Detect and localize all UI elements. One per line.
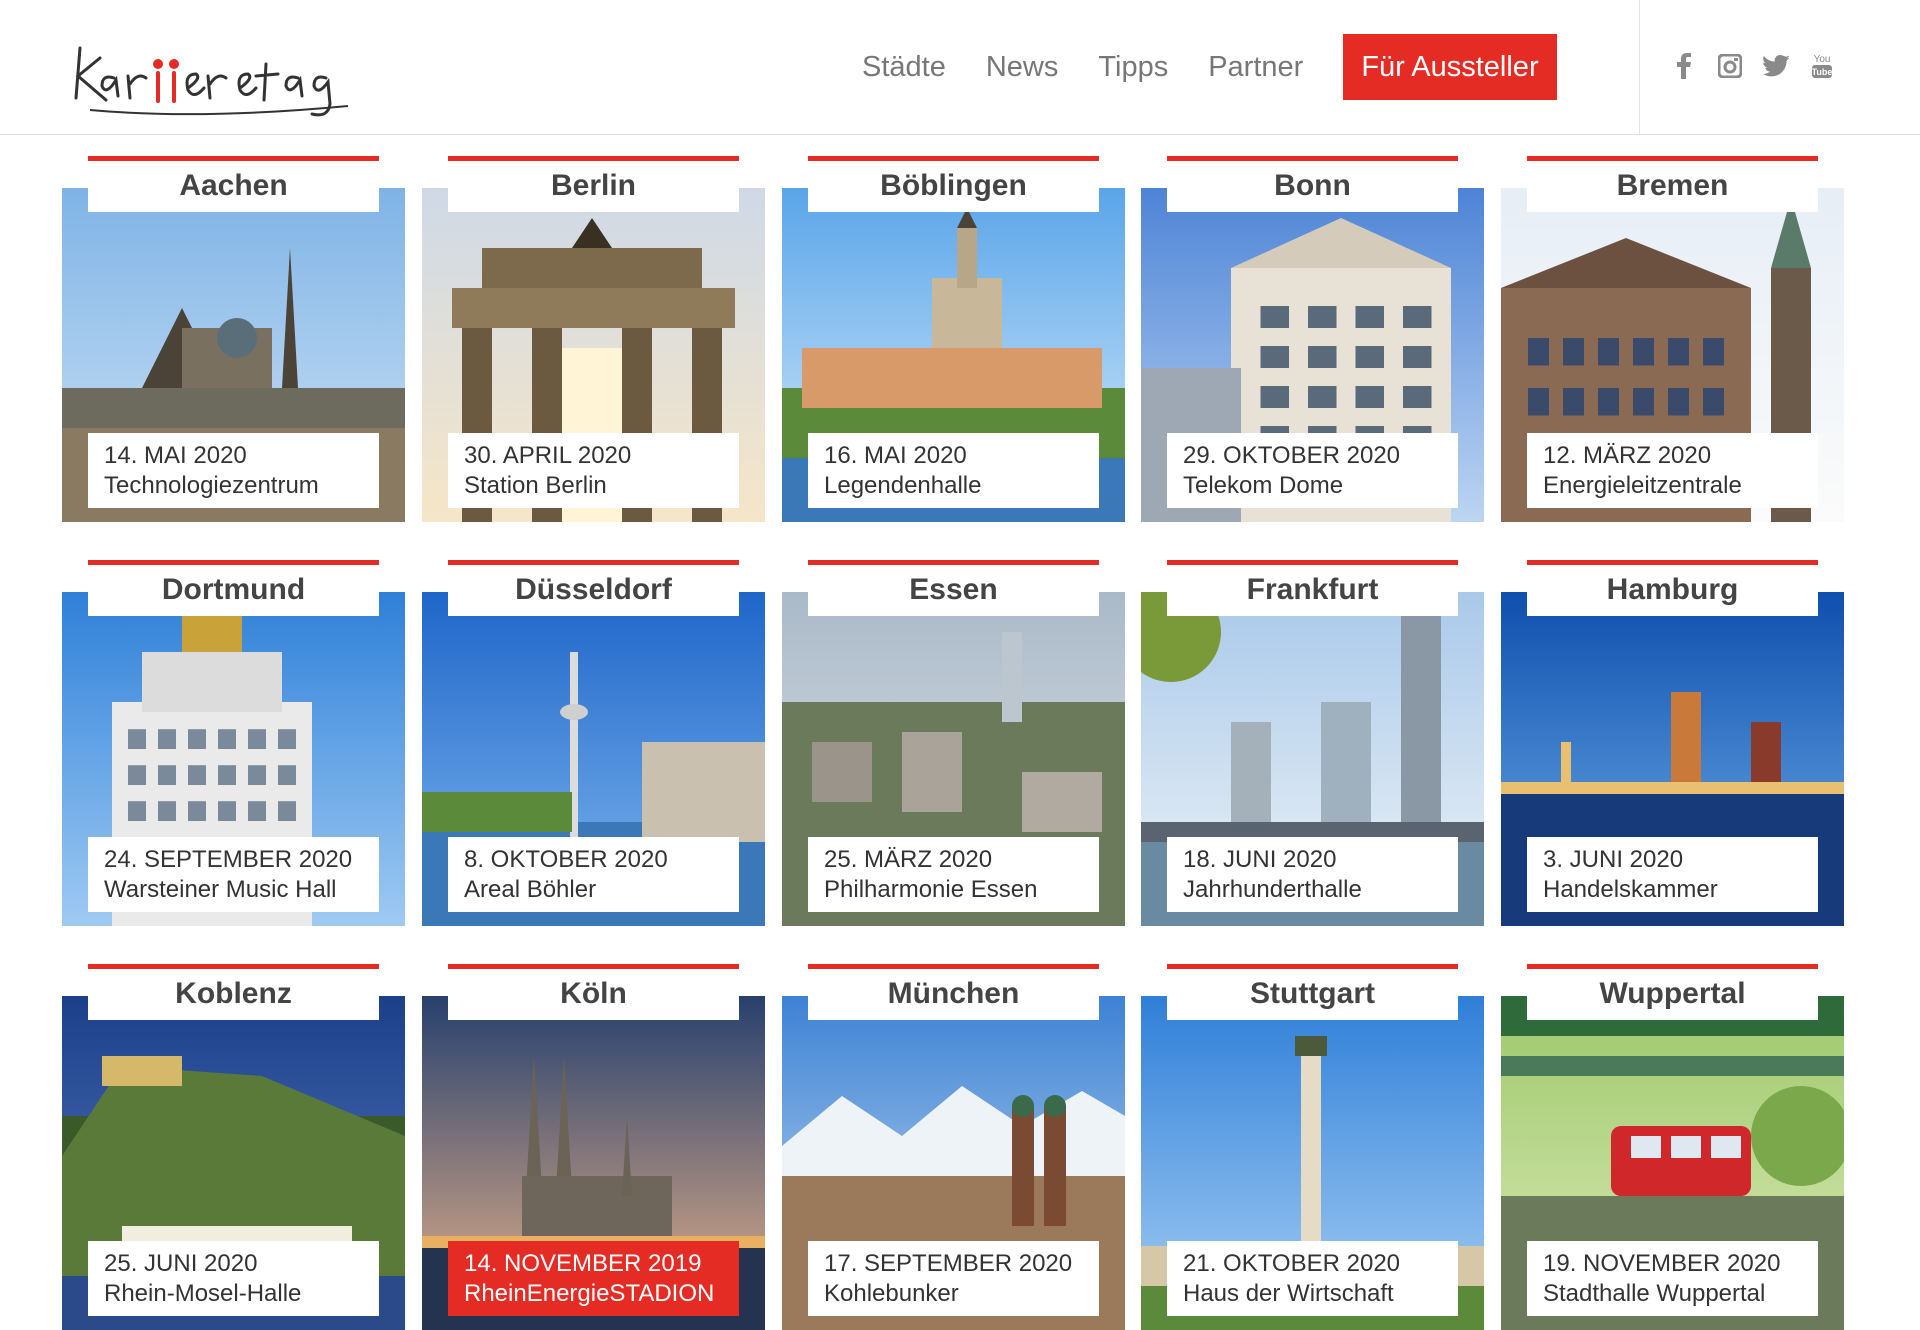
event-date: 14. NOVEMBER 2019	[464, 1250, 702, 1277]
event-venue: Handelskammer	[1543, 876, 1718, 903]
event-info[interactable]: 18. JUNI 2020 Jahrhunderthalle	[1167, 837, 1458, 912]
youtube-icon[interactable]: You Tube	[1806, 46, 1838, 86]
event-date: 16. MAI 2020	[824, 442, 967, 469]
event-date: 19. NOVEMBER 2020	[1543, 1250, 1781, 1277]
city-name[interactable]: Koblenz	[88, 964, 379, 1020]
svg-text:Tube: Tube	[1812, 67, 1833, 77]
event-venue: Legendenhalle	[824, 472, 982, 499]
event-date: 21. OKTOBER 2020	[1183, 1250, 1401, 1277]
karrieretag-logo[interactable]	[70, 18, 370, 118]
event-venue: Rhein-Mosel-Halle	[104, 1280, 302, 1307]
nav-news[interactable]: News	[986, 51, 1059, 84]
event-info[interactable]: 14. MAI 2020 Technologiezentrum	[88, 433, 379, 508]
city-name[interactable]: Böblingen	[808, 156, 1099, 212]
event-date: 8. OKTOBER 2020	[464, 846, 668, 873]
city-card[interactable]: Koblenz 25. JUNI 2020 Rhein-Mosel-Halle	[62, 964, 405, 1330]
social-links: You Tube	[1668, 46, 1838, 86]
city-name[interactable]: Bonn	[1167, 156, 1458, 212]
event-venue: Telekom Dome	[1183, 472, 1344, 499]
event-date: 14. MAI 2020	[104, 442, 247, 469]
city-name[interactable]: Essen	[808, 560, 1099, 616]
city-name[interactable]: Stuttgart	[1167, 964, 1458, 1020]
event-info[interactable]: 25. MÄRZ 2020 Philharmonie Essen	[808, 837, 1099, 912]
event-venue: Areal Böhler	[464, 876, 597, 903]
event-date: 24. SEPTEMBER 2020	[104, 846, 353, 873]
city-card[interactable]: Wuppertal 19. NOVEMBER 2020 Stadthalle Wup…	[1501, 964, 1844, 1330]
city-name[interactable]: München	[808, 964, 1099, 1020]
event-date: 3. JUNI 2020	[1543, 846, 1684, 873]
event-info[interactable]: 8. OKTOBER 2020 Areal Böhler	[448, 837, 739, 912]
city-name[interactable]: Hamburg	[1527, 560, 1818, 616]
event-venue: Station Berlin	[464, 472, 607, 499]
city-name[interactable]: Frankfurt	[1167, 560, 1458, 616]
event-venue: Kohlebunker	[824, 1280, 959, 1307]
city-card[interactable]: Bremen 12. MÄRZ 2020 Energieleitzentrale	[1501, 156, 1844, 522]
event-venue: Warsteiner Music Hall	[104, 876, 337, 903]
facebook-icon[interactable]	[1668, 46, 1700, 86]
city-name[interactable]: Bremen	[1527, 156, 1818, 212]
svg-text:You: You	[1814, 54, 1831, 65]
event-info[interactable]: 3. JUNI 2020 Handelskammer	[1527, 837, 1818, 912]
event-date: 25. MÄRZ 2020	[824, 846, 993, 873]
event-info[interactable]: 16. MAI 2020 Legendenhalle	[808, 433, 1099, 508]
event-date: 25. JUNI 2020	[104, 1250, 258, 1277]
event-info[interactable]: 14. NOVEMBER 2019 RheinEnergieSTADION	[448, 1241, 739, 1316]
event-venue: Stadthalle Wuppertal	[1543, 1280, 1766, 1307]
city-card[interactable]: Frankfurt 18. JUNI 2020 Jahrhunderthalle	[1141, 560, 1484, 926]
city-card[interactable]: Hamburg 3. JUNI 2020 Handelskammer	[1501, 560, 1844, 926]
city-card[interactable]: Köln 14. NOVEMBER 2019 RheinEnergieSTADION	[422, 964, 765, 1330]
event-info[interactable]: 17. SEPTEMBER 2020 Kohlebunker	[808, 1241, 1099, 1316]
city-name[interactable]: Berlin	[448, 156, 739, 212]
city-card[interactable]: Berlin 30. APRIL 2020 Station Berlin	[422, 156, 765, 522]
event-venue: RheinEnergieSTADION	[464, 1280, 715, 1307]
city-card[interactable]: Bonn 29. OKTOBER 2020 Telekom Dome	[1141, 156, 1484, 522]
event-info[interactable]: 25. JUNI 2020 Rhein-Mosel-Halle	[88, 1241, 379, 1316]
event-info[interactable]: 19. NOVEMBER 2020 Stadthalle Wuppertal	[1527, 1241, 1818, 1316]
event-info[interactable]: 29. OKTOBER 2020 Telekom Dome	[1167, 433, 1458, 508]
event-info[interactable]: 30. APRIL 2020 Station Berlin	[448, 433, 739, 508]
city-card[interactable]: Aachen 14. MAI 2020 Technologiezentrum	[62, 156, 405, 522]
nav-partner[interactable]: Partner	[1208, 51, 1303, 84]
header-divider	[1639, 0, 1640, 134]
event-date: 12. MÄRZ 2020	[1543, 442, 1712, 469]
event-date: 30. APRIL 2020	[464, 442, 632, 469]
city-card[interactable]: Dortmund 24. SEPTEMBER 2020 Warsteiner Mus…	[62, 560, 405, 926]
city-name[interactable]: Wuppertal	[1527, 964, 1818, 1020]
city-card[interactable]: Düsseldorf 8. OKTOBER 2020 Areal Böhler	[422, 560, 765, 926]
instagram-icon[interactable]	[1714, 46, 1746, 86]
city-card[interactable]: Böblingen 16. MAI 2020 Legendenhalle	[782, 156, 1125, 522]
event-info[interactable]: 24. SEPTEMBER 2020 Warsteiner Music Hall	[88, 837, 379, 912]
event-info[interactable]: 21. OKTOBER 2020 Haus der Wirtschaft	[1167, 1241, 1458, 1316]
city-name[interactable]: Köln	[448, 964, 739, 1020]
event-info[interactable]: 12. MÄRZ 2020 Energieleitzentrale	[1527, 433, 1818, 508]
city-name[interactable]: Düsseldorf	[448, 560, 739, 616]
main-nav: Städte News Tipps Partner Für Aussteller	[862, 34, 1557, 100]
event-venue: Energieleitzentrale	[1543, 472, 1742, 499]
city-card[interactable]: München 17. SEPTEMBER 2020 Kohlebunker	[782, 964, 1125, 1330]
city-card[interactable]: Essen 25. MÄRZ 2020 Philharmonie Essen	[782, 560, 1125, 926]
event-venue: Philharmonie Essen	[824, 876, 1038, 903]
city-card[interactable]: Stuttgart 21. OKTOBER 2020 Haus der Wirtsc…	[1141, 964, 1484, 1330]
event-date: 29. OKTOBER 2020	[1183, 442, 1401, 469]
twitter-icon[interactable]	[1760, 46, 1792, 86]
nav-tipps[interactable]: Tipps	[1098, 51, 1168, 84]
event-date: 17. SEPTEMBER 2020	[824, 1250, 1073, 1277]
event-venue: Jahrhunderthalle	[1183, 876, 1362, 903]
event-venue: Haus der Wirtschaft	[1183, 1280, 1394, 1307]
fuer-aussteller-button[interactable]: Für Aussteller	[1343, 34, 1557, 100]
city-name[interactable]: Aachen	[88, 156, 379, 212]
site-header: Städte News Tipps Partner Für Aussteller…	[0, 0, 1920, 135]
city-name[interactable]: Dortmund	[88, 560, 379, 616]
nav-staedte[interactable]: Städte	[862, 51, 946, 84]
event-venue: Technologiezentrum	[104, 472, 319, 499]
event-date: 18. JUNI 2020	[1183, 846, 1337, 873]
